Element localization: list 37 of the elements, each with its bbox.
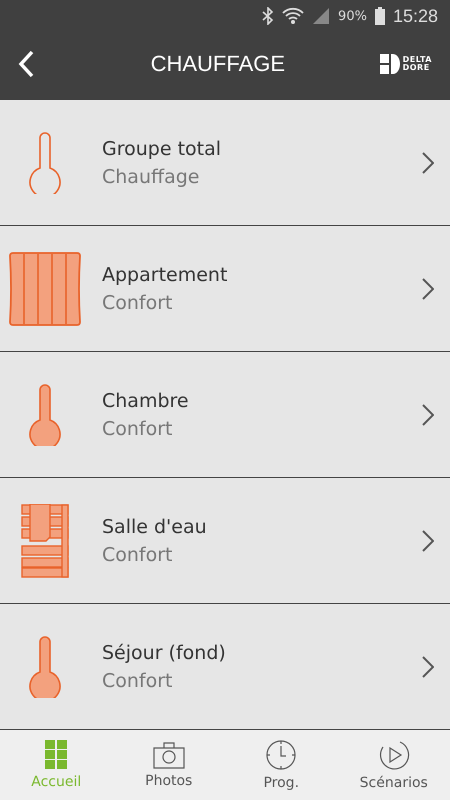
grid-icon [45, 740, 68, 770]
thermometer-icon [28, 132, 62, 194]
radiator-icon [9, 252, 81, 326]
battery-percent: 90% [338, 8, 367, 24]
thermometer-icon [28, 384, 62, 446]
zone-mode: Confort [102, 292, 174, 314]
logo-text: DELTA [402, 56, 432, 64]
logo-text: DORE [402, 64, 431, 72]
nav-tab[interactable]: Photos [112, 730, 225, 800]
clock-icon [265, 739, 298, 771]
chevron-icon [422, 152, 434, 174]
nav-tab[interactable]: Prog. [225, 730, 338, 800]
logo-icon [380, 54, 400, 74]
camera-icon [152, 741, 185, 769]
zone-mode: Confort [102, 418, 174, 440]
signal-icon [312, 7, 330, 25]
chevron-icon [422, 278, 434, 300]
zone-mode: Confort [102, 544, 174, 566]
chevron-icon [422, 404, 434, 426]
page-title: CHAUFFAGE [150, 51, 286, 77]
zone-name: Appartement [102, 264, 228, 286]
thermometer-icon [28, 636, 62, 698]
zone-name: Groupe total [102, 138, 222, 160]
clock-time: 15:28 [392, 6, 438, 26]
bluetooth-icon [262, 7, 274, 25]
nav-tab[interactable]: Scénarios [338, 730, 450, 800]
chevron-icon [422, 530, 434, 552]
towel-radiator-icon [21, 504, 69, 578]
zone-name: Séjour (fond) [102, 642, 227, 664]
zone-mode: Confort [102, 670, 174, 692]
play-icon [378, 739, 410, 771]
zone-name: Salle d'eau [102, 516, 208, 538]
wifi-icon [282, 7, 304, 25]
battery-icon [374, 7, 385, 25]
zone-mode: Chauffage [102, 166, 200, 188]
chevron-icon [422, 656, 434, 678]
zone-name: Chambre [102, 390, 190, 412]
